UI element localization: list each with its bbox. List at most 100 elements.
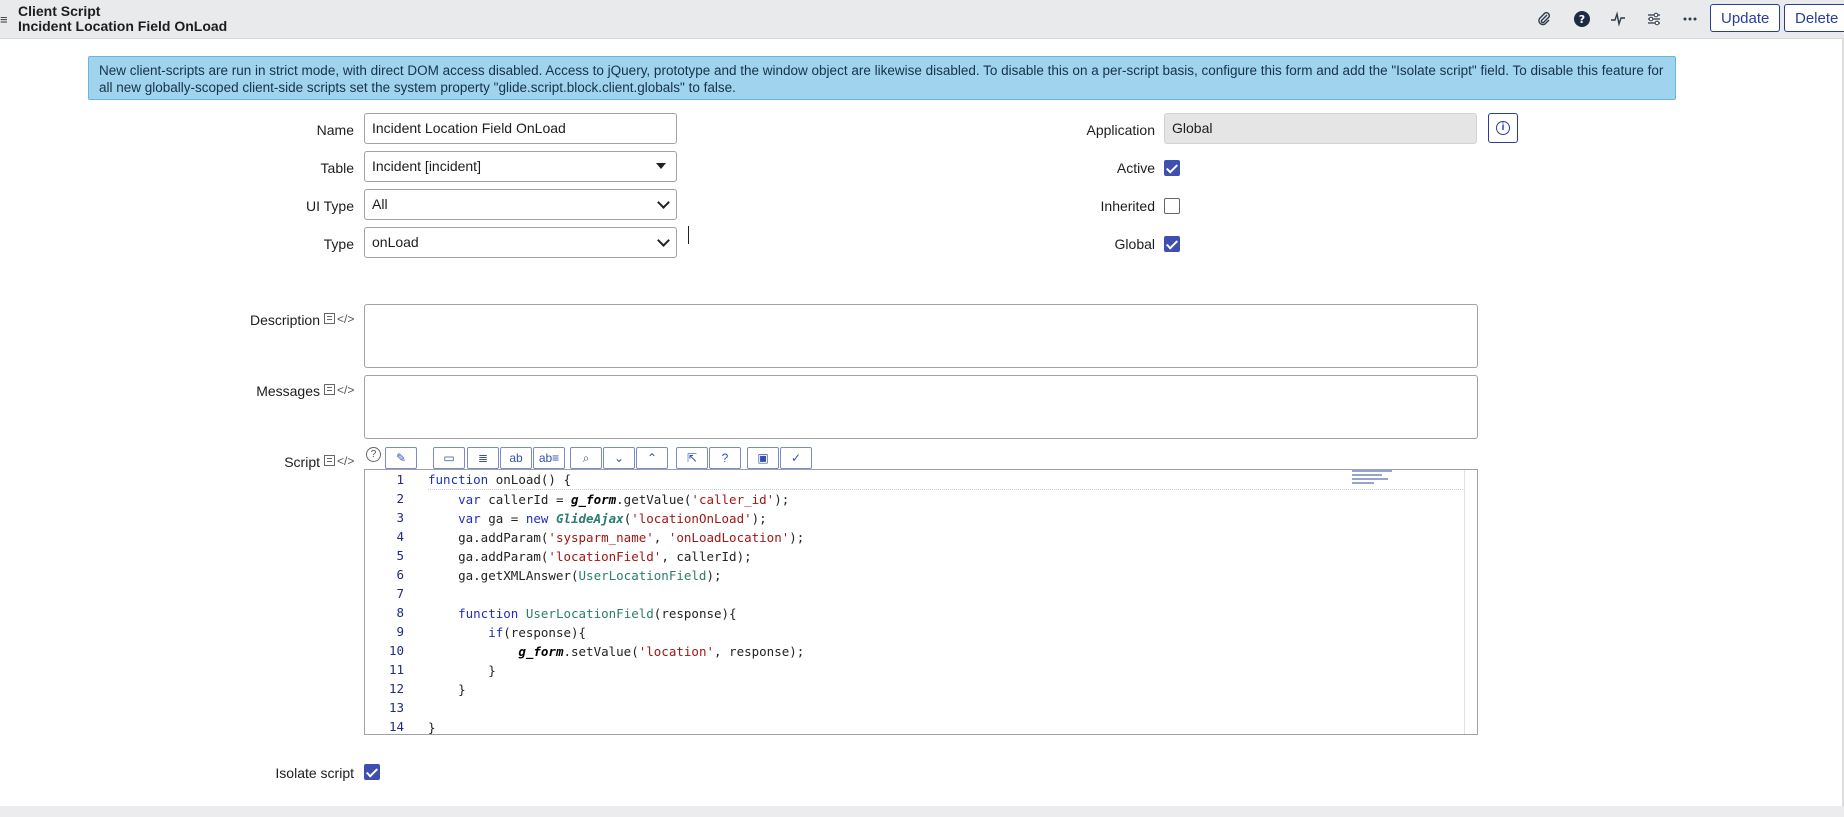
footer-bar xyxy=(0,806,1844,817)
line-number: 14 xyxy=(388,719,404,734)
code-line[interactable]: ga.getXMLAnswer(UserLocationField); xyxy=(428,566,1463,585)
messages-textarea[interactable] xyxy=(364,375,1478,439)
svg-text:?: ? xyxy=(1579,13,1585,26)
activity-icon[interactable] xyxy=(1608,9,1628,29)
chevron-down-icon xyxy=(657,234,670,247)
code-line[interactable]: ga.addParam('locationField', callerId); xyxy=(428,547,1463,566)
help-icon[interactable]: ? xyxy=(1572,9,1592,29)
menu-icon[interactable]: ≡ xyxy=(0,12,8,27)
description-textarea[interactable] xyxy=(364,304,1478,368)
line-number: 3 xyxy=(396,510,404,525)
table-select[interactable]: Incident [incident] xyxy=(364,151,677,182)
format-icon[interactable]: ≣ xyxy=(467,447,499,469)
line-number: 7 xyxy=(396,586,404,601)
code-line[interactable]: ga.addParam('sysparm_name', 'onLoadLocat… xyxy=(428,528,1463,547)
save-icon[interactable]: ▣ xyxy=(747,447,779,469)
strict-mode-banner: New client-scripts are run in strict mod… xyxy=(88,56,1676,100)
description-label: Description xyxy=(249,312,320,328)
ui-type-label: UI Type xyxy=(306,198,354,214)
name-input[interactable]: Incident Location Field OnLoad xyxy=(364,113,677,144)
fullscreen-icon[interactable]: ⇱ xyxy=(676,447,708,469)
script-help-icon[interactable]: ? xyxy=(366,447,381,462)
line-number: 5 xyxy=(396,548,404,563)
field-type-icon[interactable] xyxy=(324,455,335,466)
script-editor[interactable]: 1 2 3 4 5 6 7 8 9 10 11 12 13 14 function onLoad() { … xyxy=(364,469,1478,735)
line-number: 6 xyxy=(396,567,404,582)
code-icon[interactable]: </> xyxy=(337,454,354,468)
type-select-value: onLoad xyxy=(372,234,419,250)
type-select[interactable]: onLoad xyxy=(364,227,677,258)
global-checkbox[interactable] xyxy=(1164,236,1180,252)
info-icon: i xyxy=(1496,121,1510,135)
code-line[interactable]: var ga = new GlideAjax('locationOnLoad')… xyxy=(428,509,1463,528)
script-label: Script xyxy=(284,454,320,470)
line-number: 10 xyxy=(388,643,404,658)
global-label: Global xyxy=(1114,236,1155,252)
inherited-label: Inherited xyxy=(1100,198,1155,214)
isolate-script-label: Isolate script xyxy=(275,765,354,781)
type-label: Type xyxy=(323,236,354,252)
code-minimap[interactable] xyxy=(1352,470,1400,494)
field-type-icon[interactable] xyxy=(324,384,335,395)
code-line[interactable]: g_form.setValue('location', response); xyxy=(428,642,1463,661)
table-select-value: Incident [incident] xyxy=(372,158,481,174)
text-cursor xyxy=(688,226,689,244)
line-number: 2 xyxy=(396,491,404,506)
record-type: Client Script xyxy=(18,3,101,19)
chevron-down-icon xyxy=(657,196,670,209)
line-number: 12 xyxy=(388,681,404,696)
search-icon[interactable]: ⌕ xyxy=(570,447,602,469)
inherited-checkbox[interactable] xyxy=(1164,198,1180,214)
table-label: Table xyxy=(320,160,354,176)
more-icon[interactable] xyxy=(1680,9,1700,29)
code-line[interactable]: var callerId = g_form.getValue('caller_i… xyxy=(428,490,1463,509)
replace-all-icon[interactable]: ab≡ xyxy=(533,447,565,469)
code-line[interactable]: if(response){ xyxy=(428,623,1463,642)
editor-scrollbar[interactable] xyxy=(1464,470,1465,734)
form-title: Client Script Incident Location Field On… xyxy=(18,4,227,34)
active-label: Active xyxy=(1116,160,1155,176)
code-line[interactable] xyxy=(428,585,1463,604)
active-checkbox[interactable] xyxy=(1164,160,1180,176)
line-number: 8 xyxy=(396,605,404,620)
code-area[interactable]: function onLoad() { var callerId = g_for… xyxy=(428,470,1463,734)
messages-label: Messages xyxy=(256,383,320,399)
description-field-icons: </> xyxy=(322,312,354,326)
update-button[interactable]: Update xyxy=(1710,4,1781,32)
code-icon[interactable]: </> xyxy=(337,383,354,397)
application-info-button[interactable]: i xyxy=(1488,113,1518,143)
code-line[interactable]: } xyxy=(428,718,1463,734)
line-number: 11 xyxy=(388,662,404,677)
line-number-gutter: 1 2 3 4 5 6 7 8 9 10 11 12 13 14 xyxy=(365,470,411,734)
code-line[interactable] xyxy=(428,699,1463,718)
script-field-icons: </> xyxy=(322,454,354,468)
code-line[interactable]: } xyxy=(428,680,1463,699)
script-include-icon[interactable]: ✎ xyxy=(385,447,417,469)
line-number: 13 xyxy=(388,700,404,715)
isolate-script-checkbox[interactable] xyxy=(364,764,380,780)
form-header: ≡ Client Script Incident Location Field … xyxy=(0,0,1844,39)
code-line[interactable]: } xyxy=(428,661,1463,680)
syntax-check-icon[interactable]: ✓ xyxy=(780,447,812,469)
delete-button[interactable]: Delete xyxy=(1784,4,1844,32)
find-previous-icon[interactable]: ⌃ xyxy=(636,447,668,469)
code-icon[interactable]: </> xyxy=(337,312,354,326)
replace-icon[interactable]: ab xyxy=(500,447,532,469)
code-line[interactable]: function onLoad() { xyxy=(428,470,1463,490)
line-number: 1 xyxy=(396,472,404,487)
name-label: Name xyxy=(316,122,354,138)
line-number: 4 xyxy=(396,529,404,544)
code-line[interactable]: function UserLocationField(response){ xyxy=(428,604,1463,623)
record-name: Incident Location Field OnLoad xyxy=(18,18,228,34)
comment-icon[interactable]: ▭ xyxy=(433,447,465,469)
field-type-icon[interactable] xyxy=(324,313,335,324)
settings-icon[interactable] xyxy=(1644,9,1664,29)
messages-field-icons: </> xyxy=(322,383,354,397)
ui-type-select-value: All xyxy=(372,196,388,212)
line-number: 9 xyxy=(396,624,404,639)
paperclip-icon[interactable] xyxy=(1534,9,1554,29)
ui-type-select[interactable]: All xyxy=(364,189,677,220)
caret-down-icon xyxy=(656,163,666,169)
help-circle-icon[interactable]: ? xyxy=(709,447,741,469)
find-next-icon[interactable]: ⌄ xyxy=(603,447,635,469)
